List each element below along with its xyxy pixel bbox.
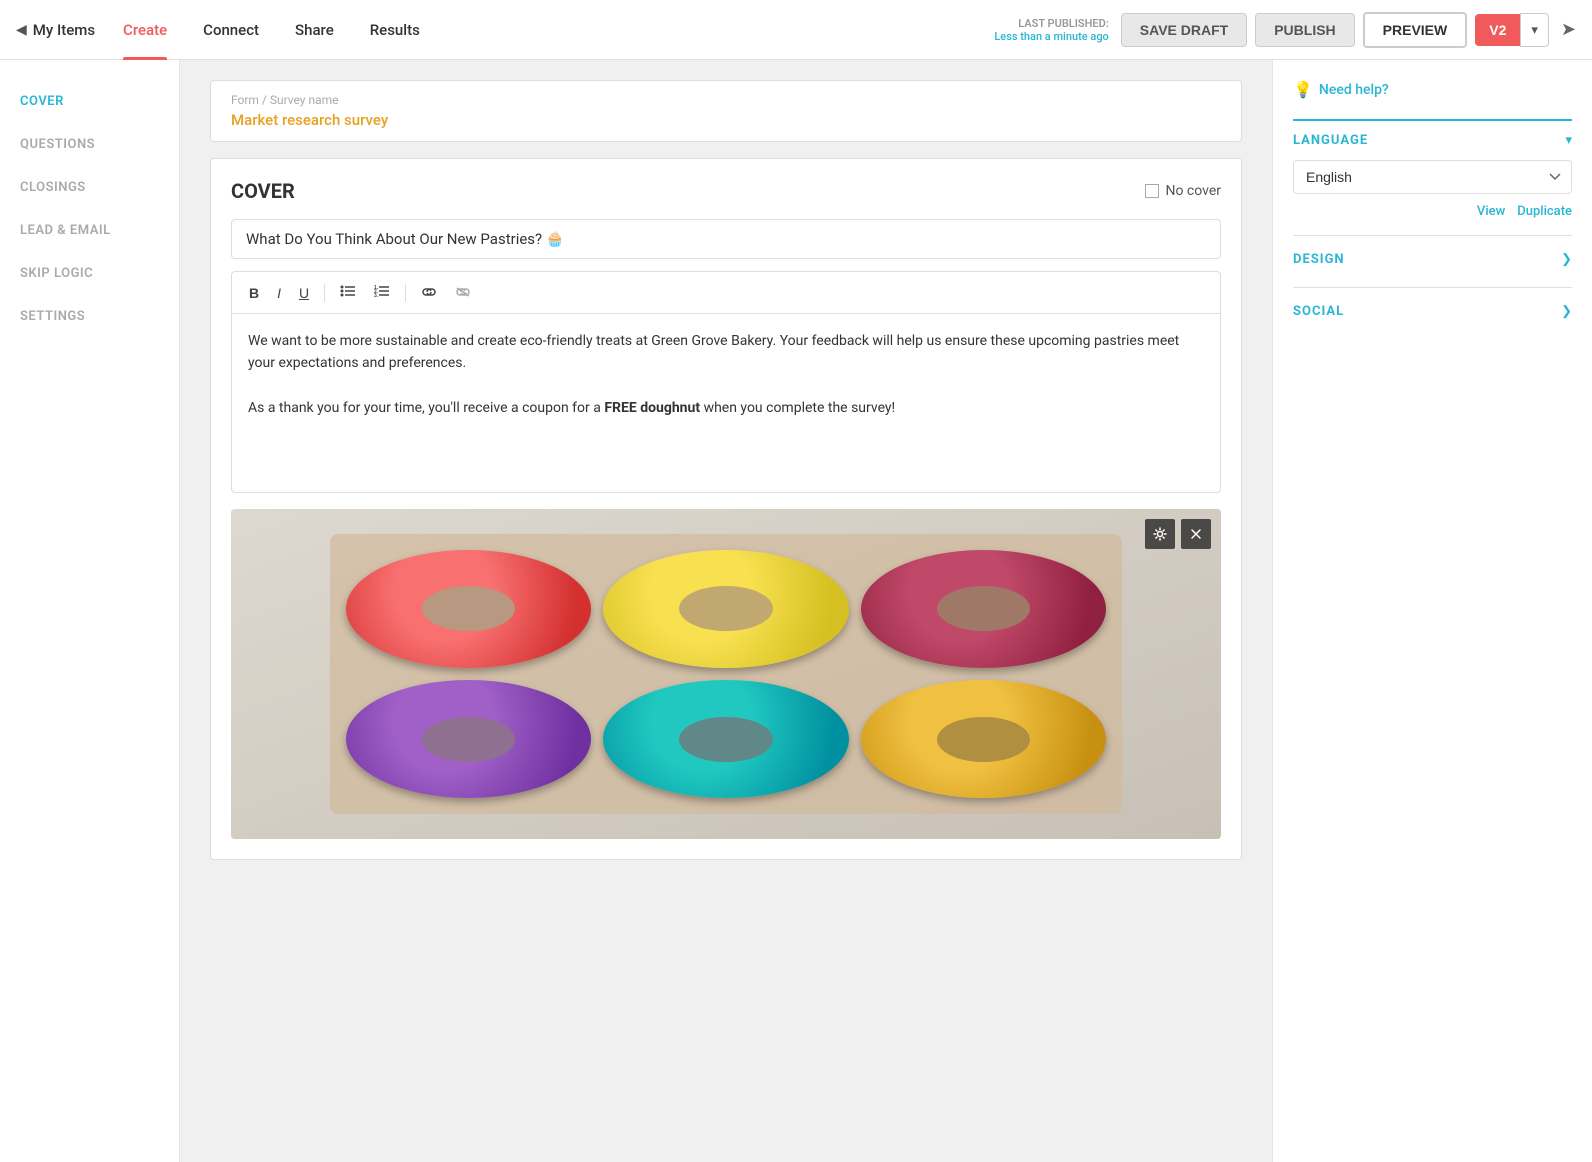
design-section-header[interactable]: DESIGN ❯ xyxy=(1293,248,1572,271)
language-section-header[interactable]: LANGUAGE ▾ xyxy=(1293,133,1572,148)
gear-icon xyxy=(1153,527,1167,541)
help-link[interactable]: 💡 Need help? xyxy=(1293,80,1572,99)
cover-card: COVER No cover What Do You Think About O… xyxy=(210,158,1242,860)
body-paragraph-2: As a thank you for your time, you'll rec… xyxy=(248,397,1204,419)
unlink-button[interactable] xyxy=(448,281,478,305)
help-icon: 💡 xyxy=(1293,80,1313,99)
toolbar-separator-1 xyxy=(324,284,325,302)
sidebar: COVER QUESTIONS CLOSINGS LEAD & EMAIL SK… xyxy=(0,60,180,1162)
version-dropdown-button[interactable]: ▾ xyxy=(1520,13,1549,47)
link-button[interactable] xyxy=(414,281,444,305)
last-published: LAST PUBLISHED: Less than a minute ago xyxy=(994,17,1108,43)
sidebar-item-skip-logic[interactable]: SKIP LOGIC xyxy=(0,252,179,295)
donut-image xyxy=(231,509,1221,839)
social-section-header[interactable]: SOCIAL ❯ xyxy=(1293,300,1572,323)
tab-results[interactable]: Results xyxy=(352,0,438,60)
last-published-label: LAST PUBLISHED: xyxy=(994,17,1108,30)
social-section-title: SOCIAL xyxy=(1293,304,1344,319)
sidebar-item-settings[interactable]: SETTINGS xyxy=(0,295,179,338)
social-section: SOCIAL ❯ xyxy=(1293,287,1572,323)
form-name-value[interactable]: Market research survey xyxy=(231,111,1221,129)
image-area xyxy=(231,509,1221,839)
numbered-list-icon: 1. 2. 3. xyxy=(374,284,390,298)
body-paragraph-1: We want to be more sustainable and creat… xyxy=(248,330,1204,375)
tab-share[interactable]: Share xyxy=(277,0,352,60)
language-select[interactable]: English Spanish French German Portuguese xyxy=(1293,160,1572,194)
main-layout: COVER QUESTIONS CLOSINGS LEAD & EMAIL SK… xyxy=(0,60,1592,1162)
numbered-list-button[interactable]: 1. 2. 3. xyxy=(367,280,397,305)
sidebar-item-questions[interactable]: QUESTIONS xyxy=(0,123,179,166)
no-cover-checkbox[interactable] xyxy=(1145,184,1159,198)
bullet-list-icon xyxy=(340,284,356,298)
bullet-list-button[interactable] xyxy=(333,280,363,305)
language-section-title: LANGUAGE xyxy=(1293,133,1368,148)
share-nav-icon[interactable]: ➤ xyxy=(1561,19,1576,40)
no-cover-checkbox-label[interactable]: No cover xyxy=(1145,183,1221,199)
version-button[interactable]: V2 xyxy=(1475,14,1520,46)
underline-button[interactable]: U xyxy=(292,281,316,305)
view-duplicate-row: View Duplicate xyxy=(1293,204,1572,219)
preview-button[interactable]: PREVIEW xyxy=(1363,12,1468,48)
svg-text:3.: 3. xyxy=(374,293,379,298)
last-published-time: Less than a minute ago xyxy=(994,30,1108,43)
bold-button[interactable]: B xyxy=(242,281,266,305)
back-label: My Items xyxy=(33,21,95,39)
unlink-icon xyxy=(455,286,471,298)
form-name-label: Form / Survey name xyxy=(231,93,1221,107)
editor-toolbar: B I U 1. xyxy=(231,271,1221,313)
language-section: LANGUAGE ▾ English Spanish French German… xyxy=(1293,119,1572,219)
help-label: Need help? xyxy=(1319,82,1389,98)
tab-create[interactable]: Create xyxy=(105,0,185,60)
form-name-card: Form / Survey name Market research surve… xyxy=(210,80,1242,142)
back-arrow-icon: ◀ xyxy=(16,22,27,38)
italic-button[interactable]: I xyxy=(270,281,288,305)
sidebar-item-lead-email[interactable]: LEAD & EMAIL xyxy=(0,209,179,252)
top-nav: ◀ My Items Create Connect Share Results … xyxy=(0,0,1592,60)
no-cover-text: No cover xyxy=(1165,183,1221,199)
back-button[interactable]: ◀ My Items xyxy=(16,21,95,39)
content-area: Form / Survey name Market research surve… xyxy=(180,60,1272,1162)
cover-header: COVER No cover xyxy=(231,179,1221,203)
design-section-title: DESIGN xyxy=(1293,252,1345,267)
view-link[interactable]: View xyxy=(1477,204,1505,219)
publish-button[interactable]: PUBLISH xyxy=(1255,13,1354,47)
image-controls xyxy=(1145,519,1211,549)
nav-tabs: Create Connect Share Results xyxy=(105,0,438,60)
cover-title: COVER xyxy=(231,179,295,203)
tab-connect[interactable]: Connect xyxy=(185,0,277,60)
survey-title-input[interactable]: What Do You Think About Our New Pastries… xyxy=(231,219,1221,259)
sidebar-item-closings[interactable]: CLOSINGS xyxy=(0,166,179,209)
save-draft-button[interactable]: SAVE DRAFT xyxy=(1121,13,1247,47)
sidebar-item-cover[interactable]: COVER xyxy=(0,80,179,123)
design-chevron-icon: ❯ xyxy=(1561,252,1572,267)
toolbar-separator-2 xyxy=(405,284,406,302)
design-section: DESIGN ❯ xyxy=(1293,235,1572,271)
image-settings-button[interactable] xyxy=(1145,519,1175,549)
language-dropdown-container: English Spanish French German Portuguese… xyxy=(1293,160,1572,219)
social-chevron-icon: ❯ xyxy=(1561,304,1572,319)
close-icon xyxy=(1191,529,1201,539)
language-chevron-icon: ▾ xyxy=(1565,133,1572,148)
duplicate-link[interactable]: Duplicate xyxy=(1517,204,1572,219)
image-close-button[interactable] xyxy=(1181,519,1211,549)
link-icon xyxy=(421,286,437,298)
right-panel: 💡 Need help? LANGUAGE ▾ English Spanish … xyxy=(1272,60,1592,1162)
editor-body[interactable]: We want to be more sustainable and creat… xyxy=(231,313,1221,493)
